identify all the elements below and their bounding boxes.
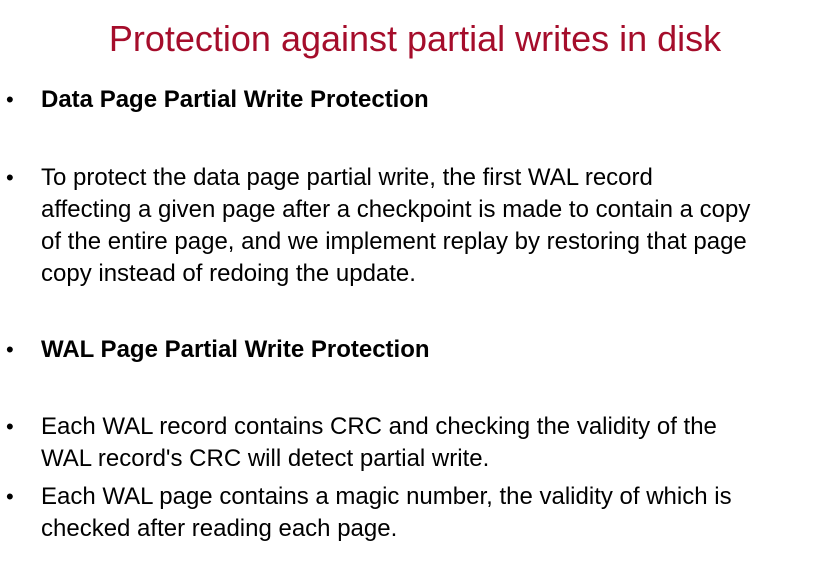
bullet-dot-icon: • [6, 165, 14, 190]
bullet-dot-icon: • [6, 484, 14, 509]
bullet-text: WAL Page Partial Write Protection [41, 336, 430, 363]
slide-title: Protection against partial writes in dis… [108, 18, 722, 59]
bullet-text: Data Page Partial Write Protection [41, 86, 429, 113]
bullet-dot-icon: • [6, 414, 14, 439]
bullet-dot-icon: • [6, 87, 14, 112]
bullet-dot-icon: • [6, 337, 14, 362]
bullet-text: Each WAL page contains a magic number, t… [41, 483, 732, 542]
bullet-text: Each WAL record contains CRC and checkin… [41, 413, 717, 472]
bullet-text: To protect the data page partial write, … [41, 164, 751, 287]
slide: Protection against partial writes in dis… [0, 0, 830, 575]
